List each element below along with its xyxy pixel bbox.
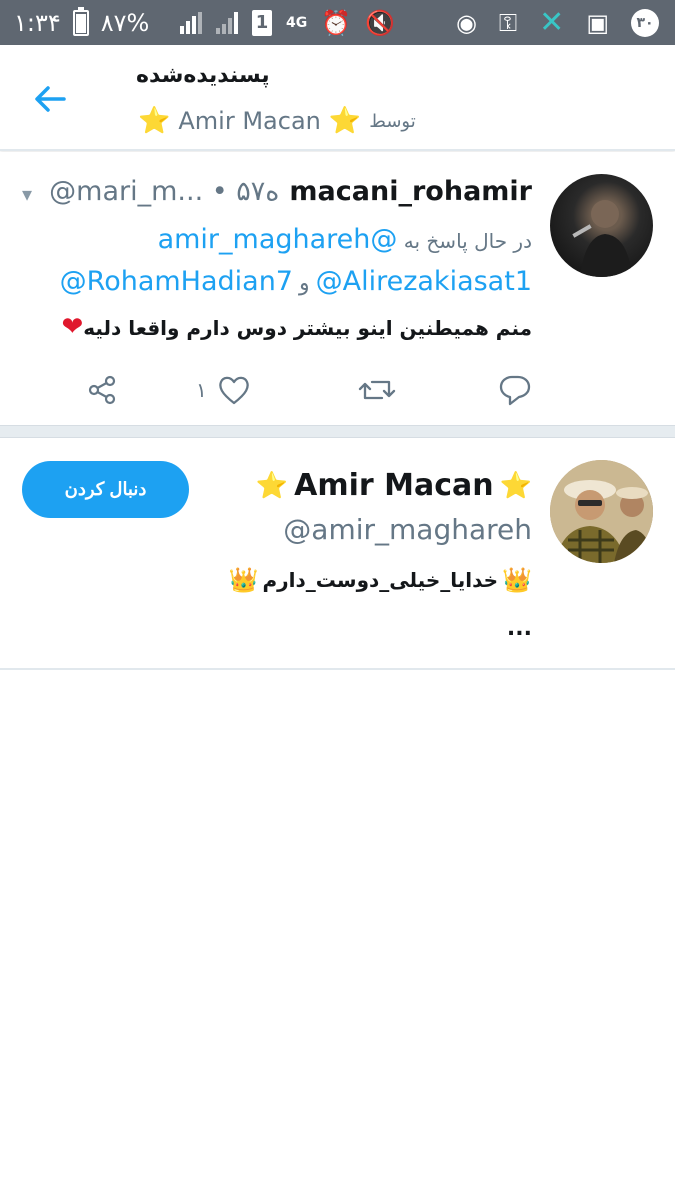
app-header: پسندیده‌شده ⭐ Amir Macan ⭐ توسط	[0, 45, 675, 151]
status-icons: 1 4G ⏰ 🔇	[180, 0, 395, 45]
reply-label: در حال پاسخ به	[403, 229, 532, 253]
user-bio: 👑 خدایا_خیلی_دوست_دارم 👑	[229, 566, 532, 594]
reply-icon	[499, 375, 531, 406]
notification-badge: ۳۰	[631, 8, 659, 37]
disc-icon: ◉	[455, 8, 477, 37]
tweet-handle: @mari_m... • ۵۷ه	[49, 176, 280, 207]
back-arrow-icon[interactable]	[30, 79, 70, 119]
user-display-name[interactable]: ⭐ Amir Macan ⭐	[256, 468, 532, 503]
image-icon: ▣	[586, 8, 609, 37]
mention-link[interactable]: @RohamHadian7	[60, 266, 293, 297]
like-count: ۱	[196, 378, 207, 402]
star-icon: ⭐	[255, 470, 289, 501]
x-app-icon: ✕	[539, 5, 565, 40]
avatar[interactable]	[550, 460, 653, 563]
user-card[interactable]: دنبال کردن ⭐ Amir Macan ⭐ @amir_maghareh…	[0, 438, 675, 670]
chevron-down-icon[interactable]: ▾	[22, 182, 32, 206]
tweet-text: منم همیطنین اینو بیشتر دوس دارم واقعا دل…	[61, 312, 532, 342]
alarm-icon: ⏰	[321, 8, 352, 37]
key-icon: ⚿	[498, 8, 518, 37]
reply-button[interactable]	[498, 370, 532, 410]
status-left: ۱:۳۴ ۸۷%	[14, 0, 149, 45]
battery-icon	[72, 6, 89, 36]
status-bar: ۱:۳۴ ۸۷% 1 4G ⏰ 🔇 ◉ ⚿ ✕ ▣ ۳۰	[0, 0, 675, 45]
retweet-icon	[358, 380, 396, 400]
star-icon: ⭐	[499, 470, 532, 501]
share-icon	[88, 375, 116, 405]
user-handle: @amir_maghareh	[283, 513, 532, 546]
sim-icon: 1	[252, 9, 272, 36]
star-icon: ⭐	[328, 106, 362, 136]
and-label: و	[299, 271, 310, 296]
tweet-actions: ۱	[0, 370, 675, 410]
battery-level: ۸۷%	[100, 8, 150, 37]
tweet-author-name[interactable]: macani_rohamir	[289, 176, 532, 207]
follow-button[interactable]: دنبال کردن	[22, 461, 189, 518]
tweet[interactable]: ▾ @mari_m... • ۵۷ه macani_rohamir در حال…	[0, 152, 675, 425]
crown-emoji: 👑	[502, 566, 532, 594]
reply-mention[interactable]: @amir_maghareh	[158, 224, 398, 255]
star-icon: ⭐	[138, 106, 171, 136]
user-bio-text: خدایا_خیلی_دوست_دارم	[262, 568, 499, 592]
status-right: ◉ ⚿ ✕ ▣ ۳۰	[456, 0, 659, 45]
like-button[interactable]: ۱	[196, 370, 251, 410]
tweet-author-row: @mari_m... • ۵۷ه macani_rohamir	[49, 176, 532, 207]
share-button[interactable]	[86, 370, 118, 410]
mention-link[interactable]: @Alirezakiasat1	[316, 266, 532, 297]
like-icon	[218, 376, 249, 405]
network-type: 4G	[286, 14, 308, 31]
mentions: @RohamHadian7 و @Alirezakiasat1	[60, 266, 532, 297]
crown-emoji: 👑	[228, 566, 259, 594]
heart-emoji: ❤	[61, 312, 84, 342]
mute-icon: 🔇	[365, 8, 396, 37]
signal-icon	[180, 11, 202, 34]
bio-more: ...	[506, 616, 532, 641]
owner-name: Amir Macan	[178, 107, 321, 135]
section-divider	[0, 425, 675, 438]
signal-icon-2	[216, 11, 238, 34]
by-label: توسط	[369, 110, 416, 132]
clock: ۱:۳۴	[14, 8, 61, 37]
avatar[interactable]	[550, 174, 653, 277]
user-name-text: Amir Macan	[294, 468, 494, 503]
reply-context: در حال پاسخ به @amir_maghareh	[158, 224, 532, 255]
page-title: پسندیده‌شده	[136, 63, 270, 88]
page-subtitle: ⭐ Amir Macan ⭐ توسط	[138, 107, 416, 135]
retweet-button[interactable]	[358, 370, 396, 410]
tweet-body: منم همیطنین اینو بیشتر دوس دارم واقعا دل…	[83, 316, 532, 340]
